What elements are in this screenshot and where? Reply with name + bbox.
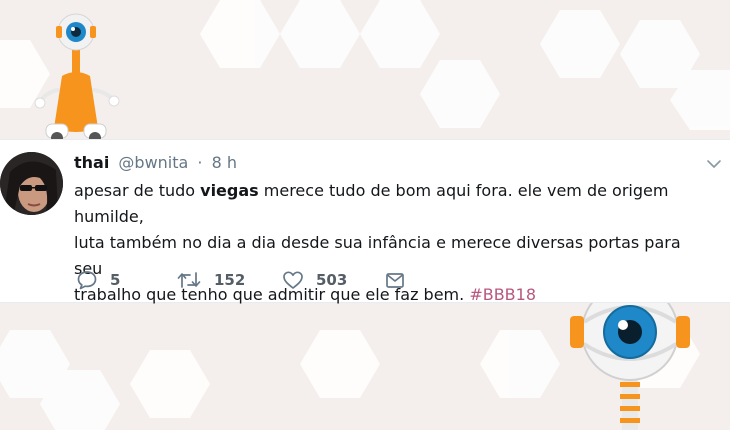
reply-count: 5 xyxy=(110,271,121,289)
like-button[interactable]: 503 xyxy=(282,268,347,292)
tweet-text-line-1: apesar de tudo viegas merece tudo de bom… xyxy=(74,181,669,226)
tweet-card[interactable]: thai @bwnita · 8 h apesar de tudo viegas… xyxy=(0,139,730,304)
retweet-count: 152 xyxy=(214,271,246,289)
direct-message-button[interactable] xyxy=(384,268,406,292)
tweet-header: thai @bwnita · 8 h xyxy=(74,153,237,172)
user-handle[interactable]: @bwnita xyxy=(118,153,188,172)
retweet-icon xyxy=(177,272,201,288)
separator-dot: · xyxy=(197,153,203,172)
bbb-eye-mascot-top xyxy=(34,13,120,144)
reply-icon xyxy=(77,271,97,290)
retweet-button[interactable]: 152 xyxy=(176,268,245,292)
like-count: 503 xyxy=(316,271,348,289)
heart-icon xyxy=(283,271,303,289)
tweet-timestamp[interactable]: 8 h xyxy=(212,153,237,172)
avatar-photo xyxy=(0,152,63,215)
display-name[interactable]: thai xyxy=(74,153,109,172)
reply-button[interactable]: 5 xyxy=(76,268,120,292)
avatar[interactable] xyxy=(0,152,63,215)
hashtag-link[interactable]: #BBB18 xyxy=(469,285,536,304)
tweet-actions: 5 152 503 xyxy=(76,268,476,292)
bold-keyword: viegas xyxy=(200,181,259,200)
chevron-down-icon[interactable] xyxy=(706,158,722,170)
envelope-icon xyxy=(386,273,404,288)
